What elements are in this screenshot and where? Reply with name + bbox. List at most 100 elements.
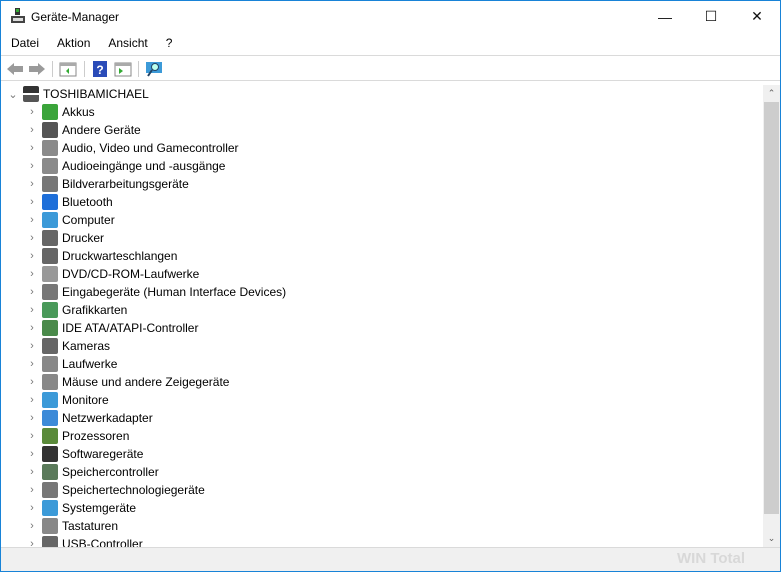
menu-datei[interactable]: Datei — [1, 34, 47, 54]
maximize-button[interactable]: ☐ — [688, 1, 734, 32]
tree-item[interactable]: › Grafikkarten — [26, 301, 127, 319]
tree-item-label: Andere Geräte — [62, 123, 141, 137]
chevron-right-icon[interactable]: › — [26, 232, 38, 244]
chevron-right-icon[interactable]: › — [26, 484, 38, 496]
scroll-up-icon[interactable]: ⌃ — [763, 85, 780, 102]
close-button[interactable]: ✕ — [734, 1, 780, 32]
device-category-icon — [42, 140, 58, 156]
tree-item[interactable]: › Computer — [26, 211, 115, 229]
chevron-right-icon[interactable]: › — [26, 448, 38, 460]
tree-item[interactable]: › Mäuse und andere Zeigegeräte — [26, 373, 229, 391]
device-category-icon — [42, 500, 58, 516]
device-category-icon — [42, 302, 58, 318]
device-category-icon — [42, 158, 58, 174]
chevron-right-icon[interactable]: › — [26, 340, 38, 352]
properties-icon[interactable] — [59, 60, 77, 78]
chevron-right-icon[interactable]: › — [26, 286, 38, 298]
tree-item[interactable]: › IDE ATA/ATAPI-Controller — [26, 319, 198, 337]
chevron-right-icon[interactable]: › — [26, 412, 38, 424]
chevron-right-icon[interactable]: › — [26, 394, 38, 406]
tree-item-label: Bildverarbeitungsgeräte — [62, 177, 189, 191]
tree-item[interactable]: › Prozessoren — [26, 427, 129, 445]
tree-item[interactable]: › Softwaregeräte — [26, 445, 143, 463]
toolbar: ? — [1, 55, 780, 81]
tree-item[interactable]: › Druckwarteschlangen — [26, 247, 177, 265]
tree-item-label: Akkus — [62, 105, 95, 119]
device-category-icon — [42, 104, 58, 120]
chevron-right-icon[interactable]: › — [26, 520, 38, 532]
window-title: Geräte-Manager — [31, 10, 120, 24]
tree-root[interactable]: ⌄ TOSHIBAMICHAEL — [7, 85, 149, 103]
chevron-right-icon[interactable]: › — [26, 538, 38, 547]
chevron-right-icon[interactable]: › — [26, 250, 38, 262]
chevron-right-icon[interactable]: › — [26, 430, 38, 442]
chevron-right-icon[interactable]: › — [26, 196, 38, 208]
tree-item[interactable]: › Bildverarbeitungsgeräte — [26, 175, 189, 193]
chevron-right-icon[interactable]: › — [26, 376, 38, 388]
tree-item[interactable]: › Kameras — [26, 337, 110, 355]
device-category-icon — [42, 428, 58, 444]
chevron-right-icon[interactable]: › — [26, 358, 38, 370]
forward-arrow-icon[interactable] — [28, 60, 46, 78]
device-category-icon — [42, 248, 58, 264]
tree-item[interactable]: › Drucker — [26, 229, 104, 247]
tree-item[interactable]: › Audio, Video und Gamecontroller — [26, 139, 239, 157]
tree-item[interactable]: › Audioeingänge und -ausgänge — [26, 157, 225, 175]
title-bar: Geräte-Manager — ☐ ✕ — [1, 1, 780, 32]
device-category-icon — [42, 320, 58, 336]
tree-item[interactable]: › Andere Geräte — [26, 121, 141, 139]
vertical-scrollbar[interactable]: ⌃ ⌄ — [763, 85, 780, 547]
chevron-right-icon[interactable]: › — [26, 142, 38, 154]
tree-item[interactable]: › Laufwerke — [26, 355, 117, 373]
device-category-icon — [42, 482, 58, 498]
device-category-icon — [42, 284, 58, 300]
device-category-icon — [42, 536, 58, 547]
chevron-right-icon[interactable]: › — [26, 466, 38, 478]
tree-item[interactable]: › Bluetooth — [26, 193, 113, 211]
device-category-icon — [42, 410, 58, 426]
tree-item[interactable]: › Eingabegeräte (Human Interface Devices) — [26, 283, 286, 301]
tree-item[interactable]: › Speichertechnologiegeräte — [26, 481, 205, 499]
menu-aktion[interactable]: Aktion — [47, 34, 98, 54]
chevron-right-icon[interactable]: › — [26, 214, 38, 226]
chevron-right-icon[interactable]: › — [26, 178, 38, 190]
back-arrow-icon[interactable] — [6, 60, 24, 78]
tree-item-label: Mäuse und andere Zeigegeräte — [62, 375, 230, 389]
tree-item-label: Prozessoren — [62, 429, 130, 443]
device-category-icon — [42, 518, 58, 534]
tree-item[interactable]: › Netzwerkadapter — [26, 409, 153, 427]
scroll-thumb[interactable] — [764, 102, 779, 514]
tree-item-label: Kameras — [62, 339, 111, 353]
menu-ansicht[interactable]: Ansicht — [98, 34, 155, 54]
chevron-right-icon[interactable]: › — [26, 160, 38, 172]
device-category-icon — [42, 230, 58, 246]
tree-item[interactable]: › Tastaturen — [26, 517, 118, 535]
device-category-icon — [42, 446, 58, 462]
tree-item[interactable]: › USB-Controller — [26, 535, 143, 547]
scan-hardware-icon[interactable] — [145, 60, 163, 78]
watermark-logo: WIN Total — [677, 550, 746, 567]
chevron-right-icon[interactable]: › — [26, 124, 38, 136]
help-icon[interactable]: ? — [91, 60, 109, 78]
chevron-right-icon[interactable]: › — [26, 106, 38, 118]
chevron-right-icon[interactable]: › — [26, 268, 38, 280]
tree-item-label: Netzwerkadapter — [62, 411, 153, 425]
chevron-right-icon[interactable]: › — [26, 502, 38, 514]
scroll-down-icon[interactable]: ⌄ — [763, 530, 780, 547]
root-label: TOSHIBAMICHAEL — [43, 87, 149, 101]
chevron-down-icon[interactable]: ⌄ — [7, 88, 19, 101]
svg-text:?: ? — [96, 63, 103, 77]
device-category-icon — [42, 194, 58, 210]
tree-item[interactable]: › Akkus — [26, 103, 95, 121]
menu-help[interactable]: ? — [156, 34, 181, 54]
chevron-right-icon[interactable]: › — [26, 322, 38, 334]
tree-item[interactable]: › DVD/CD-ROM-Laufwerke — [26, 265, 199, 283]
device-category-icon — [42, 356, 58, 372]
tree-item[interactable]: › Systemgeräte — [26, 499, 136, 517]
tree-item-label: Systemgeräte — [62, 501, 137, 515]
minimize-button[interactable]: — — [642, 1, 688, 32]
chevron-right-icon[interactable]: › — [26, 304, 38, 316]
tree-item[interactable]: › Monitore — [26, 391, 109, 409]
tree-item[interactable]: › Speichercontroller — [26, 463, 159, 481]
update-driver-icon[interactable] — [114, 60, 132, 78]
